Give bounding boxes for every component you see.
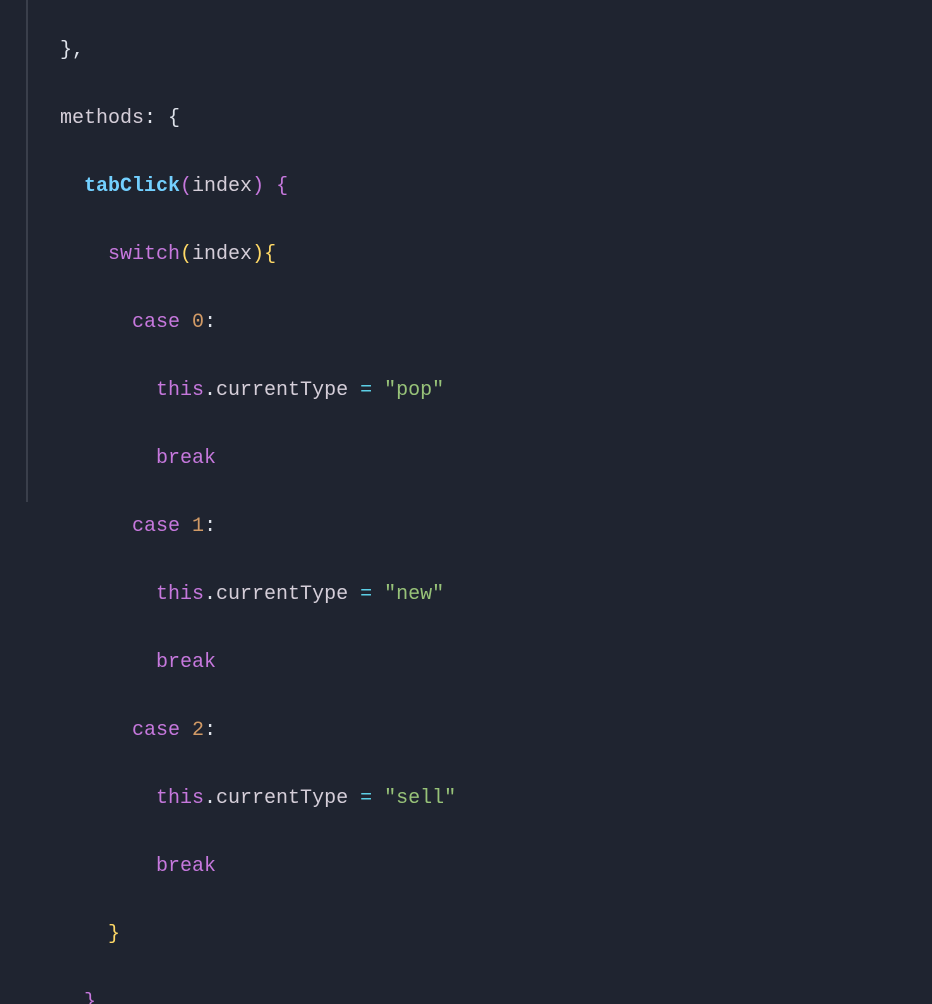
- tok-this: this: [156, 787, 204, 810]
- tok-this: this: [156, 583, 204, 606]
- tok-var: index: [192, 243, 252, 266]
- tok-dot: .: [204, 787, 216, 810]
- tok-op: =: [360, 787, 372, 810]
- code-line[interactable]: break: [60, 646, 456, 680]
- code-line[interactable]: this.currentType = "pop": [60, 374, 456, 408]
- tok-colon: :: [204, 515, 216, 538]
- tok-brace: }: [84, 991, 96, 1004]
- tok-num: 2: [192, 719, 204, 742]
- code-line[interactable]: this.currentType = "sell": [60, 782, 456, 816]
- tok-case: case: [132, 515, 180, 538]
- tok-str: "sell": [384, 787, 456, 810]
- tok-prop: currentType: [216, 583, 348, 606]
- code-line[interactable]: break: [60, 442, 456, 476]
- tok-dot: .: [204, 583, 216, 606]
- tok-close: },: [60, 39, 84, 62]
- tok-colon: :: [144, 107, 156, 130]
- tok-prop: currentType: [216, 787, 348, 810]
- tok-paren: ): [252, 175, 264, 198]
- tok-break: break: [156, 855, 216, 878]
- code-line[interactable]: },: [60, 986, 456, 1004]
- tok-case: case: [132, 719, 180, 742]
- tok-this: this: [156, 379, 204, 402]
- tok-brace: }: [108, 923, 120, 946]
- tok-paren: (: [180, 243, 192, 266]
- code-line[interactable]: case 1:: [60, 510, 456, 544]
- tok-paren: (: [180, 175, 192, 198]
- tok-methods: methods: [60, 107, 144, 130]
- code-line[interactable]: },: [60, 34, 456, 68]
- tok-num: 1: [192, 515, 204, 538]
- code-line[interactable]: case 0:: [60, 306, 456, 340]
- tok-brace: {: [168, 107, 180, 130]
- tok-op: =: [360, 583, 372, 606]
- tok-colon: :: [204, 719, 216, 742]
- code-line[interactable]: switch(index){: [60, 238, 456, 272]
- tok-str: "pop": [384, 379, 444, 402]
- tok-colon: :: [204, 311, 216, 334]
- code-line[interactable]: methods: {: [60, 102, 456, 136]
- code-line[interactable]: tabClick(index) {: [60, 170, 456, 204]
- tok-dot: .: [204, 379, 216, 402]
- code-line[interactable]: case 2:: [60, 714, 456, 748]
- code-content[interactable]: }, methods: { tabClick(index) { switch(i…: [28, 0, 456, 502]
- tok-op: =: [360, 379, 372, 402]
- tok-break: break: [156, 651, 216, 674]
- tok-brace: {: [276, 175, 288, 198]
- code-line[interactable]: this.currentType = "new": [60, 578, 456, 612]
- tok-func-name: tabClick: [84, 175, 180, 198]
- tok-num: 0: [192, 311, 204, 334]
- code-line[interactable]: break: [60, 850, 456, 884]
- tok-case: case: [132, 311, 180, 334]
- tok-prop: currentType: [216, 379, 348, 402]
- tok-break: break: [156, 447, 216, 470]
- tok-comma: ,: [96, 991, 108, 1004]
- tok-brace: {: [264, 243, 276, 266]
- tok-str: "new": [384, 583, 444, 606]
- code-editor[interactable]: }, methods: { tabClick(index) { switch(i…: [0, 0, 932, 502]
- gutter: [0, 0, 28, 502]
- tok-switch: switch: [108, 243, 180, 266]
- tok-paren: ): [252, 243, 264, 266]
- tok-param: index: [192, 175, 252, 198]
- code-line[interactable]: }: [60, 918, 456, 952]
